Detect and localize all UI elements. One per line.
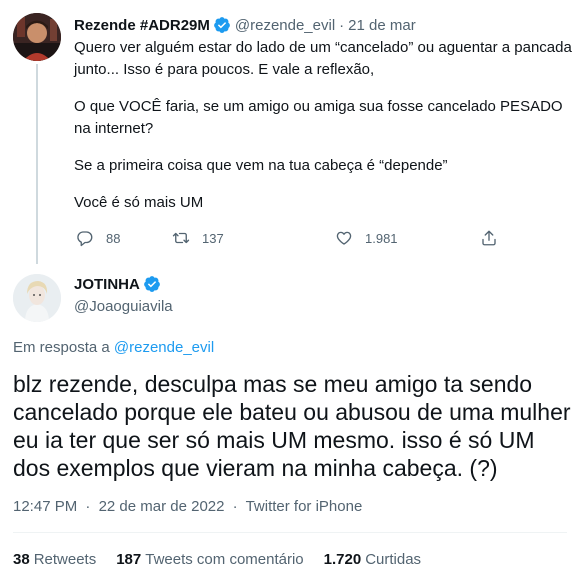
retweet-count: 137 bbox=[202, 230, 224, 246]
tweet-actions: 88 137 1.981 bbox=[72, 229, 512, 253]
tweet-header: Rezende #ADR29M @rezende_evil · 21 de ma… bbox=[74, 14, 416, 36]
reply-button[interactable]: 88 bbox=[76, 229, 120, 247]
display-name[interactable]: Rezende #ADR29M bbox=[74, 17, 210, 34]
tweet-time[interactable]: 12:47 PM bbox=[13, 498, 77, 515]
reply-text: blz rezende, desculpa mas se meu amigo t… bbox=[13, 371, 571, 481]
thread-line bbox=[36, 64, 38, 264]
avatar-image bbox=[13, 274, 61, 322]
parent-tweet[interactable]: Rezende #ADR29M @rezende_evil · 21 de ma… bbox=[0, 0, 580, 268]
in-reply-prefix: Em resposta a bbox=[13, 339, 110, 356]
reply-icon bbox=[77, 231, 93, 247]
avatar-image bbox=[13, 13, 61, 61]
verified-badge-icon bbox=[213, 17, 230, 33]
handle[interactable]: @rezende_evil bbox=[235, 17, 335, 34]
share-icon bbox=[482, 230, 496, 246]
quotes-label: Tweets com comentário bbox=[145, 551, 304, 568]
like-icon bbox=[336, 231, 352, 245]
in-reply-mention-link[interactable]: @rezende_evil bbox=[114, 339, 214, 356]
like-button[interactable]: 1.981 bbox=[335, 229, 398, 247]
separator-dot: · bbox=[85, 498, 91, 515]
tweet-stats: 38 Retweets 187 Tweets com comentário 1.72… bbox=[13, 551, 441, 568]
divider bbox=[13, 532, 567, 533]
tweet-metadata: 12:47 PM · 22 de mar de 2022 · Twitter f… bbox=[13, 498, 362, 515]
like-count: 1.981 bbox=[365, 230, 398, 246]
tweet-paragraph: O que VOCÊ faria, se um amigo ou amiga s… bbox=[74, 98, 563, 137]
quotes-count: 187 bbox=[116, 551, 142, 568]
tweet-date[interactable]: 21 de mar bbox=[348, 17, 416, 34]
tweet-paragraph: Você é só mais UM bbox=[74, 194, 204, 211]
verified-badge-icon bbox=[143, 276, 160, 292]
quotes-stat-link[interactable]: 187 Tweets com comentário bbox=[116, 551, 303, 568]
tweet-text: Quero ver alguém estar do lado de um “ca… bbox=[74, 37, 574, 214]
tweet-source[interactable]: Twitter for iPhone bbox=[246, 498, 363, 515]
share-button[interactable] bbox=[480, 229, 498, 247]
separator-dot: · bbox=[339, 16, 345, 34]
retweets-count: 38 bbox=[13, 551, 30, 568]
reply-count: 88 bbox=[106, 230, 121, 246]
retweets-label: Retweets bbox=[33, 551, 97, 568]
tweet-date[interactable]: 22 de mar de 2022 bbox=[99, 498, 225, 515]
reply-header: JOTINHA bbox=[74, 275, 161, 293]
handle[interactable]: @Joaoguiavila bbox=[74, 298, 173, 315]
separator-dot: · bbox=[232, 498, 238, 515]
avatar[interactable] bbox=[13, 274, 61, 322]
likes-count: 1.720 bbox=[323, 551, 362, 568]
tweet-paragraph: Se a primeira coisa que vem na tua cabeç… bbox=[74, 157, 448, 174]
likes-label: Curtidas bbox=[365, 551, 422, 568]
retweets-stat-link[interactable]: 38 Retweets bbox=[13, 551, 96, 568]
display-name[interactable]: JOTINHA bbox=[74, 276, 140, 293]
likes-stat-link[interactable]: 1.720 Curtidas bbox=[324, 551, 421, 568]
avatar[interactable] bbox=[13, 13, 61, 61]
retweet-icon bbox=[172, 232, 190, 244]
in-reply-to: Em resposta a @rezende_evil bbox=[13, 339, 214, 356]
tweet-paragraph: Quero ver alguém estar do lado de um “ca… bbox=[74, 39, 572, 78]
retweet-button[interactable]: 137 bbox=[172, 229, 224, 247]
